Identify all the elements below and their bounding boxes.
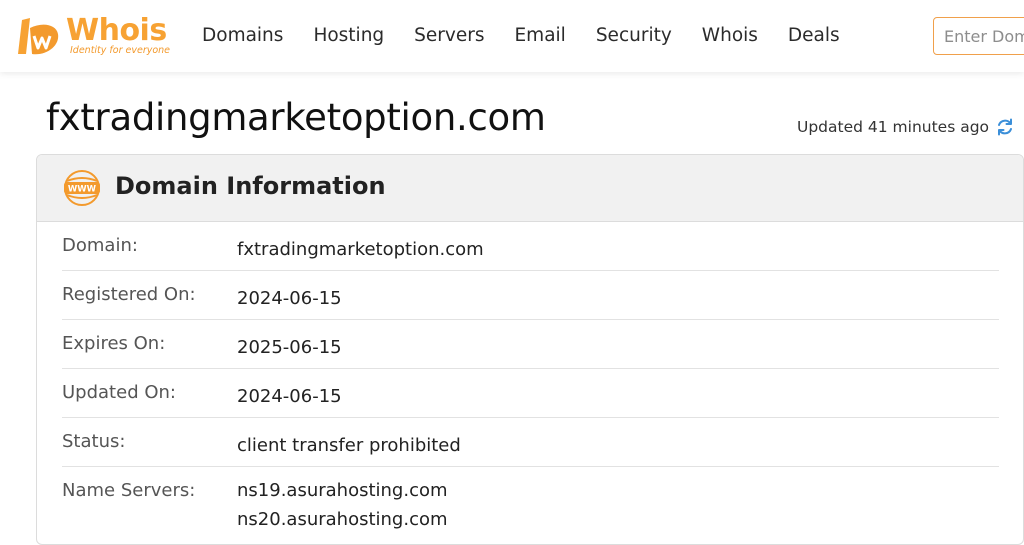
- refresh-icon[interactable]: [995, 117, 1015, 137]
- domain-information-card: WWW Domain Information Domain: fxtrading…: [36, 154, 1024, 545]
- info-row-status: Status: client transfer prohibited: [62, 418, 999, 467]
- info-row-name-servers: Name Servers: ns19.asurahosting.com ns20…: [62, 467, 999, 544]
- info-row-domain: Domain: fxtradingmarketoption.com: [62, 222, 999, 271]
- row-value: client transfer prohibited: [237, 435, 461, 456]
- row-label: Expires On:: [62, 333, 166, 354]
- nav-item-servers[interactable]: Servers: [414, 24, 484, 48]
- row-label: Registered On:: [62, 284, 196, 305]
- row-label: Updated On:: [62, 382, 176, 403]
- info-row-expires-on: Expires On: 2025-06-15: [62, 320, 999, 369]
- updated-text: Updated 41 minutes ago: [797, 118, 990, 136]
- card-title: Domain Information: [115, 172, 386, 200]
- row-value: 2025-06-15: [237, 337, 342, 358]
- row-value: fxtradingmarketoption.com: [237, 239, 484, 260]
- nav-item-whois[interactable]: Whois: [702, 24, 758, 48]
- info-row-registered-on: Registered On: 2024-06-15: [62, 271, 999, 320]
- info-row-updated-on: Updated On: 2024-06-15: [62, 369, 999, 418]
- name-server-item: ns20.asurahosting.com: [237, 509, 448, 530]
- row-value: 2024-06-15: [237, 386, 342, 407]
- main-nav: Domains Hosting Servers Email Security W…: [202, 24, 870, 48]
- row-label: Domain:: [62, 235, 138, 256]
- row-label: Status:: [62, 431, 126, 452]
- domain-info-table: Domain: fxtradingmarketoption.com Regist…: [62, 222, 999, 544]
- nav-item-domains[interactable]: Domains: [202, 24, 283, 48]
- nav-item-email[interactable]: Email: [514, 24, 565, 48]
- www-icon: WWW: [64, 170, 100, 206]
- nav-item-hosting[interactable]: Hosting: [313, 24, 384, 48]
- nav-item-security[interactable]: Security: [596, 24, 672, 48]
- top-navbar: Whois Identity for everyone Domains Host…: [0, 0, 1024, 72]
- nav-item-deals[interactable]: Deals: [788, 24, 840, 48]
- logo-tagline: Identity for everyone: [70, 45, 171, 56]
- name-server-list: ns19.asurahosting.com ns20.asurahosting.…: [237, 476, 448, 534]
- site-logo[interactable]: Whois Identity for everyone: [16, 12, 176, 60]
- card-header: WWW Domain Information: [37, 155, 1023, 222]
- row-value: 2024-06-15: [237, 288, 342, 309]
- svg-text:WWW: WWW: [68, 185, 97, 195]
- row-label: Name Servers:: [62, 480, 196, 501]
- name-server-item: ns19.asurahosting.com: [237, 480, 448, 501]
- logo-mark-icon: [18, 18, 59, 55]
- domain-search-input[interactable]: [933, 17, 1024, 55]
- page-title: fxtradingmarketoption.com: [46, 96, 546, 139]
- updated-status: Updated 41 minutes ago: [797, 117, 1015, 137]
